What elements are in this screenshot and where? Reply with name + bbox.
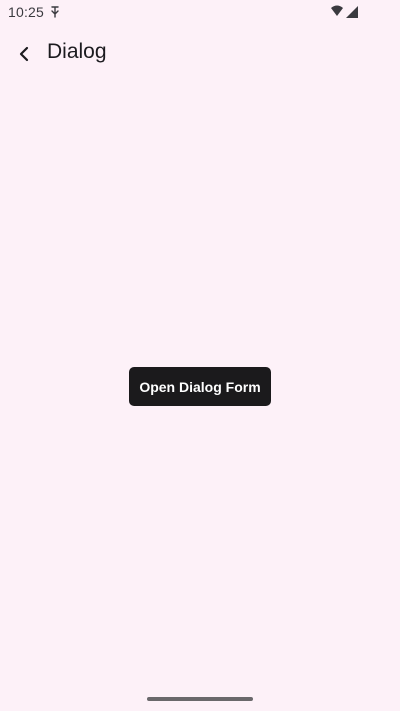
- app-bar: Dialog: [0, 24, 400, 84]
- open-dialog-form-button[interactable]: Open Dialog Form: [129, 367, 271, 406]
- page-title: Dialog: [47, 40, 107, 63]
- gesture-nav-handle[interactable]: [147, 697, 253, 701]
- cell-signal-icon: [346, 6, 358, 18]
- screen: 10:25 Dialog Open Dialog Form: [0, 0, 400, 711]
- back-button[interactable]: [8, 36, 40, 72]
- status-icons: [331, 5, 358, 18]
- usb-debug-icon: [51, 6, 59, 18]
- chevron-left-icon: [19, 46, 29, 62]
- status-bar: 10:25: [0, 0, 400, 24]
- status-time: 10:25: [8, 4, 45, 20]
- wifi-icon: [331, 5, 343, 16]
